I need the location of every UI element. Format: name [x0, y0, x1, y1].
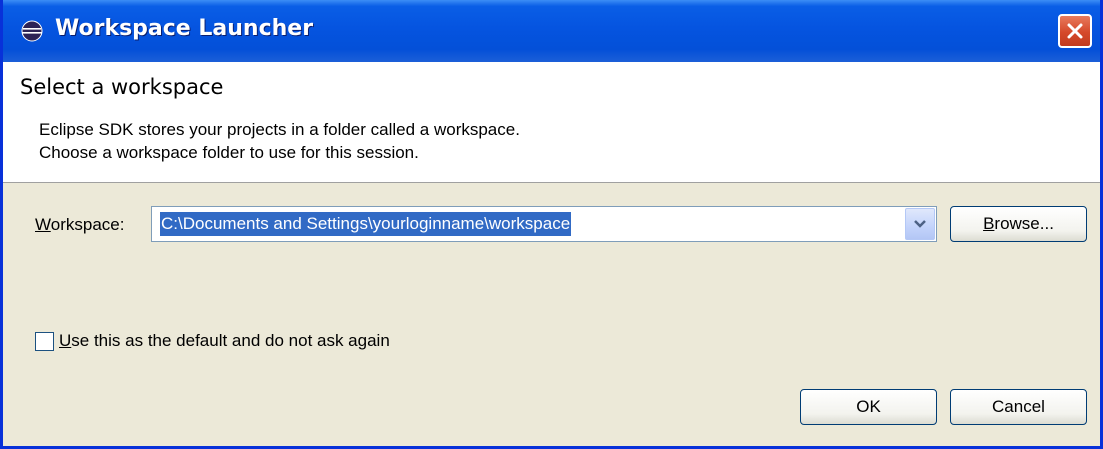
workspace-label-rest: orkspace: [50, 215, 125, 234]
workspace-label-mnemonic: W [35, 215, 51, 234]
default-checkbox[interactable] [35, 332, 54, 351]
close-button[interactable] [1058, 14, 1092, 48]
chevron-down-icon [914, 220, 926, 228]
header-description-line1: Eclipse SDK stores your projects in a fo… [39, 120, 520, 139]
close-icon [1067, 23, 1083, 39]
default-checkbox-label[interactable]: Use this as the default and do not ask a… [59, 331, 390, 351]
cancel-button[interactable]: Cancel [950, 389, 1087, 425]
workspace-dropdown-button[interactable] [905, 208, 935, 240]
window-title: Workspace Launcher [55, 16, 314, 41]
eclipse-icon [21, 20, 43, 42]
default-checkbox-mnemonic: U [59, 331, 72, 350]
title-bar[interactable]: Workspace Launcher [3, 0, 1100, 62]
browse-mnemonic: B [983, 214, 995, 233]
header-title: Select a workspace [20, 75, 224, 99]
default-checkbox-label-rest: se this as the default and do not ask ag… [71, 331, 390, 350]
browse-label-rest: rowse... [994, 214, 1054, 233]
header-description-line2: Choose a workspace folder to use for thi… [39, 143, 419, 162]
workspace-label: Workspace: [35, 215, 124, 235]
workspace-launcher-dialog: Workspace Launcher Select a workspace Ec… [0, 0, 1103, 449]
ok-button[interactable]: OK [800, 389, 937, 425]
dialog-header: Select a workspace Eclipse SDK stores yo… [3, 62, 1100, 183]
browse-button[interactable]: Browse... [950, 206, 1087, 242]
workspace-combo[interactable]: C:\Documents and Settings\yourloginname\… [151, 206, 937, 242]
workspace-path-value[interactable]: C:\Documents and Settings\yourloginname\… [160, 212, 572, 236]
